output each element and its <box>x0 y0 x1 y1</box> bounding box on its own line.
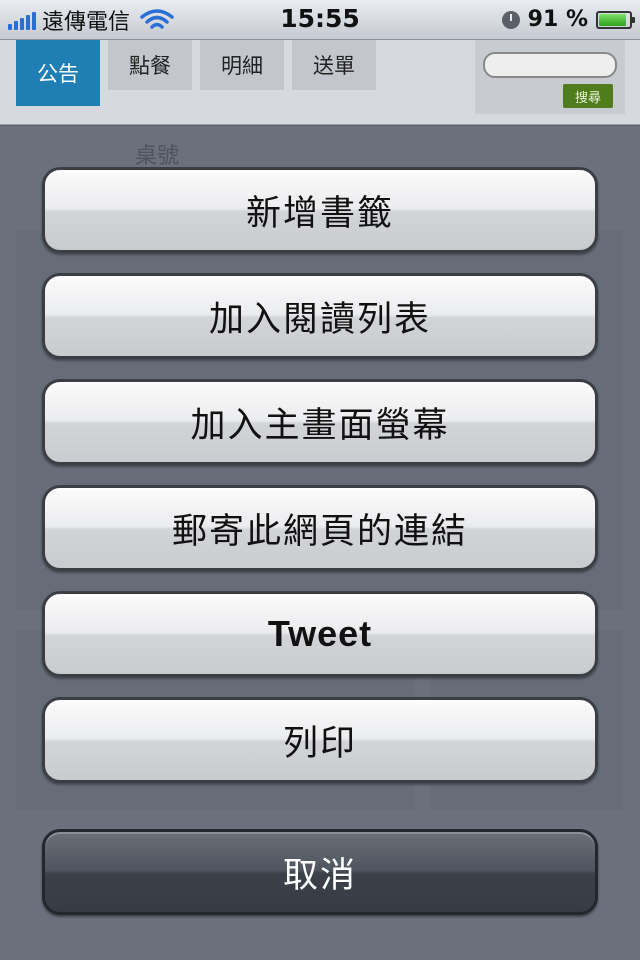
add-to-home-screen-button[interactable]: 加入主畫面螢幕 <box>42 379 598 465</box>
search-input[interactable] <box>483 52 617 78</box>
tab-label: 公告 <box>37 62 79 86</box>
add-bookmark-button[interactable]: 新增書籤 <box>42 167 598 253</box>
signal-icon <box>8 10 36 30</box>
tab-order[interactable]: 點餐 <box>108 40 192 90</box>
tab-submit[interactable]: 送單 <box>292 40 376 90</box>
wifi-icon <box>140 8 174 29</box>
button-label: 加入閱讀列表 <box>208 299 431 340</box>
cancel-button[interactable]: 取消 <box>42 829 598 915</box>
status-bar: 遠傳電信 15:55 91 % <box>0 0 640 40</box>
add-to-reading-list-button[interactable]: 加入閱讀列表 <box>42 273 598 359</box>
tab-announcement[interactable]: 公告 <box>16 40 100 106</box>
tab-label: 明細 <box>221 54 263 78</box>
page-navigation: 公告 點餐 明細 送單 搜尋 <box>0 40 640 126</box>
print-button[interactable]: 列印 <box>42 697 598 783</box>
battery-level <box>599 13 627 26</box>
mail-link-button[interactable]: 郵寄此網頁的連結 <box>42 485 598 571</box>
battery-icon <box>596 10 635 29</box>
button-label: 加入主畫面螢幕 <box>190 405 450 446</box>
clock-icon <box>501 10 520 29</box>
button-label: 取消 <box>282 855 357 896</box>
button-label: Tweet <box>267 613 373 654</box>
button-label: 新增書籤 <box>245 193 394 234</box>
tab-label: 點餐 <box>129 54 171 78</box>
tweet-button[interactable]: Tweet <box>42 591 598 677</box>
tab-label: 送單 <box>313 54 355 78</box>
search-panel: 搜尋 <box>475 40 625 114</box>
search-button[interactable]: 搜尋 <box>563 84 613 108</box>
carrier-name: 遠傳電信 <box>42 9 131 35</box>
action-sheet: 新增書籤 加入閱讀列表 加入主畫面螢幕 郵寄此網頁的連結 Tweet 列印 取消 <box>0 125 640 960</box>
button-label: 列印 <box>282 723 357 764</box>
battery-percentage: 91 % <box>527 7 588 32</box>
tab-details[interactable]: 明細 <box>200 40 284 90</box>
button-label: 郵寄此網頁的連結 <box>171 511 468 552</box>
